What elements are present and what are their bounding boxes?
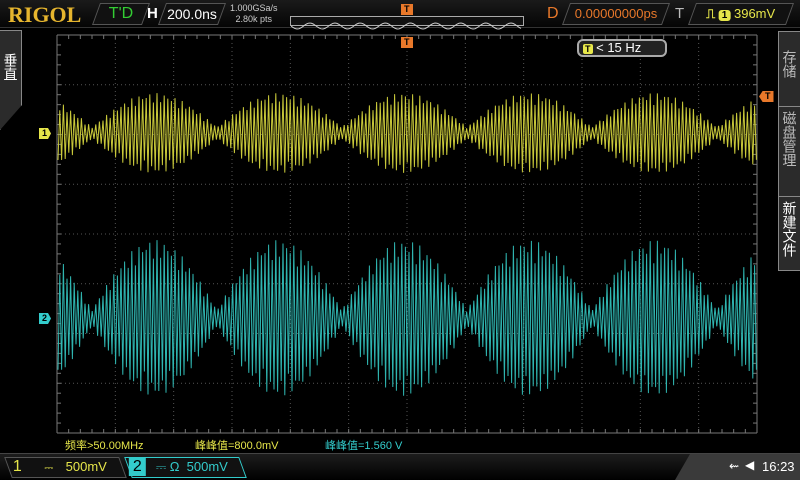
ch1-waveform — [57, 93, 757, 173]
trigger-icon: T — [583, 44, 593, 54]
menu-new-file[interactable]: 新建文件 — [779, 196, 800, 270]
clock: 16:23 — [762, 459, 795, 474]
measurement-vpp-ch1: 峰峰值=800.0mV — [195, 440, 279, 452]
speaker-icon[interactable]: ◀ — [745, 458, 754, 472]
storage-menu: 存储 磁盘管理 新建文件 — [778, 31, 800, 271]
waveform-display — [56, 34, 758, 434]
trigger-freq-badge: T < 15 Hz — [577, 39, 667, 57]
usb-icon: ⇜ — [729, 459, 740, 473]
trigger-frequency: < 15 Hz — [596, 40, 642, 55]
trigger-position-marker-grid[interactable]: T — [401, 37, 413, 48]
ch2-settings[interactable]: 2 ⎓ Ω 500mV — [124, 457, 247, 478]
measurement-vpp-ch2: 峰峰值=1.560 V — [325, 440, 403, 452]
menu-disk-manage[interactable]: 磁盘管理 — [779, 106, 800, 196]
measurement-frequency: 频率>50.00MHz — [65, 440, 144, 452]
status-area: ⇜ ◀ 16:23 — [675, 454, 800, 480]
bottom-bar: 1 ⎓ 500mV 2 ⎓ Ω 500mV ⇜ ◀ 16:23 — [0, 453, 800, 480]
ch1-settings[interactable]: 1 ⎓ 500mV — [4, 457, 127, 478]
menu-storage[interactable]: 存储 — [779, 32, 800, 106]
